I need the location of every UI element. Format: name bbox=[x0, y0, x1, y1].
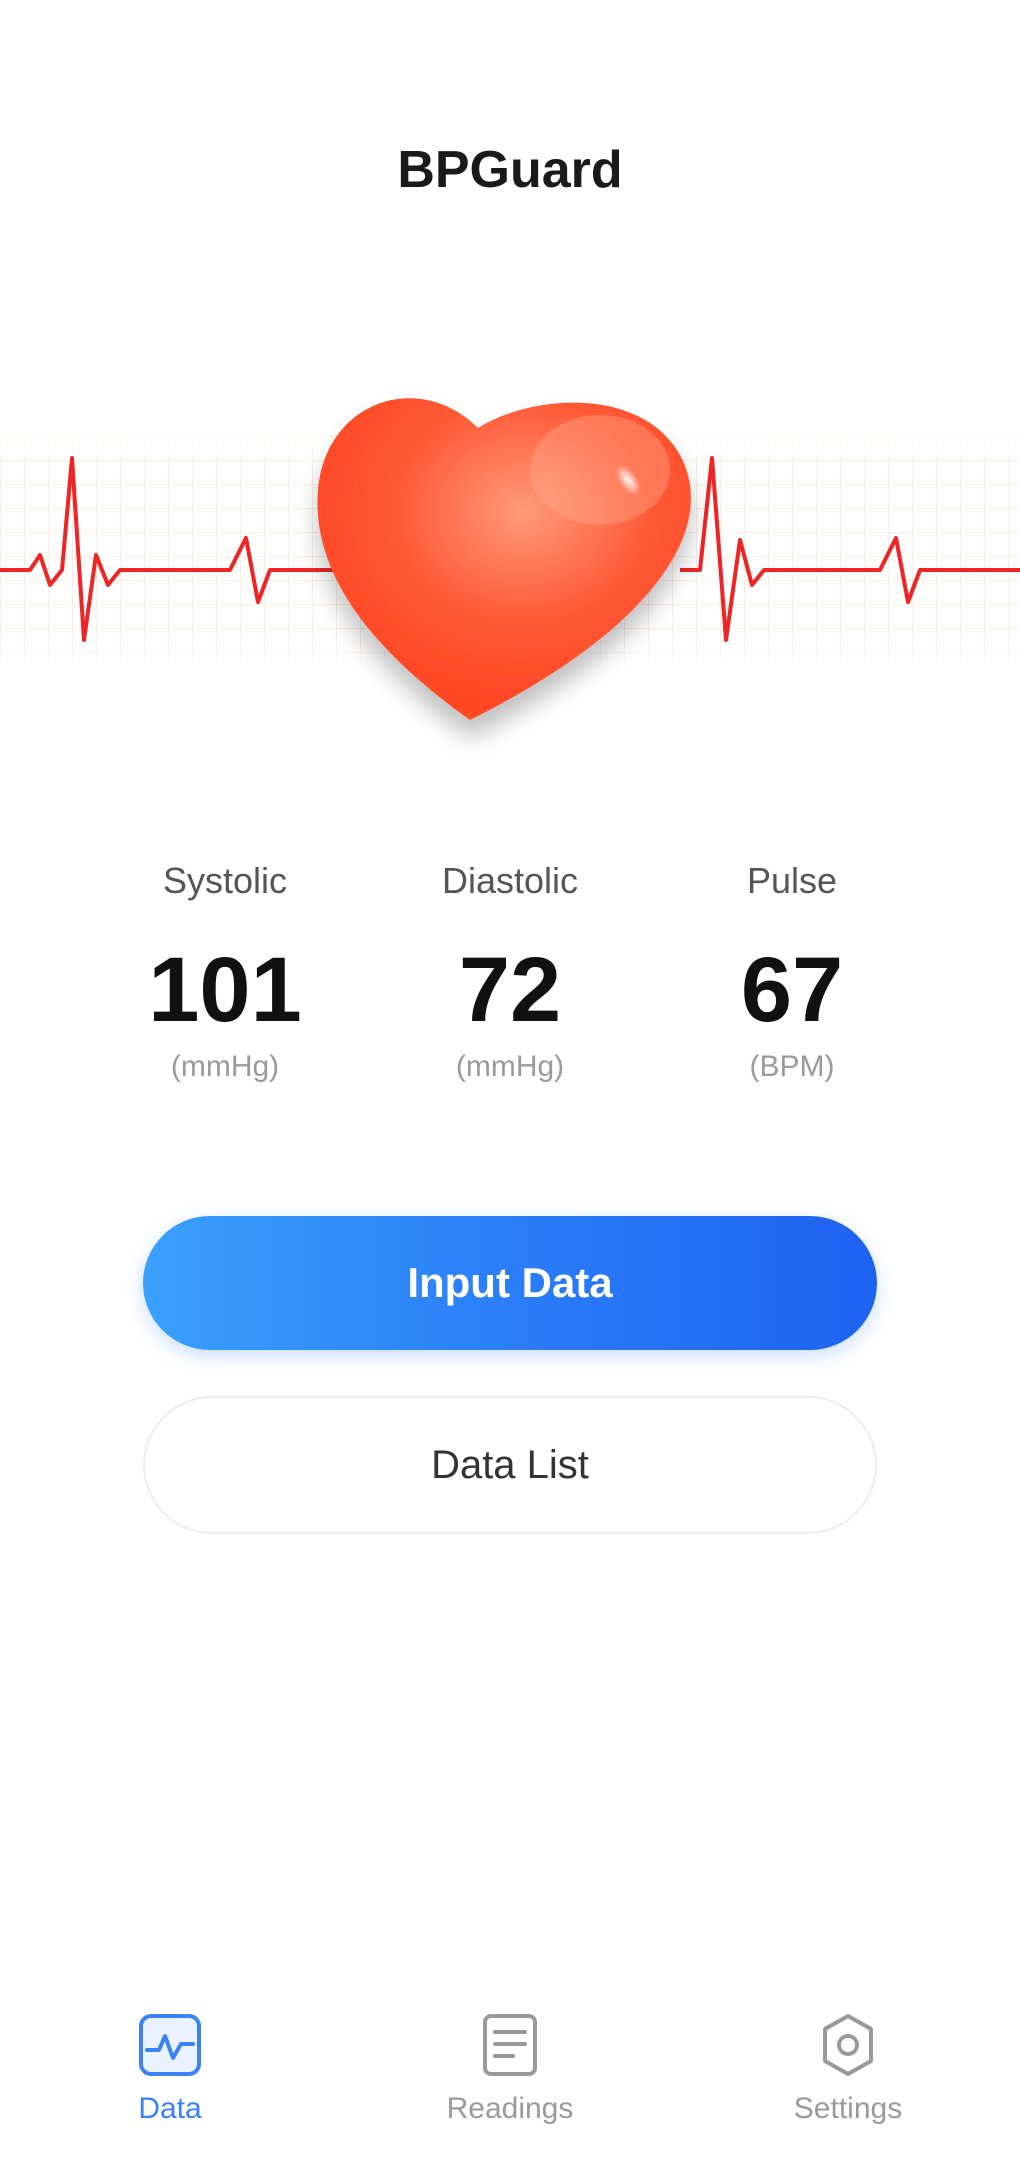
diastolic-value: 72 bbox=[458, 939, 562, 1041]
metrics-panel: Systolic 101 (mmHg) Diastolic 72 (mmHg) … bbox=[0, 860, 1020, 1160]
heart-icon bbox=[317, 398, 691, 720]
systolic-metric: Systolic 101 (mmHg) bbox=[75, 860, 375, 1084]
tab-readings-label: Readings bbox=[446, 2092, 574, 2125]
diastolic-metric: Diastolic 72 (mmHg) bbox=[360, 860, 660, 1084]
bottom-tab-bar: Data Readings Settings bbox=[0, 1980, 1020, 2157]
chart-icon bbox=[139, 2014, 201, 2076]
input-data-button[interactable]: Input Data bbox=[143, 1216, 877, 1350]
tab-settings-label: Settings bbox=[793, 2092, 903, 2125]
pulse-metric: Pulse 67 (BPM) bbox=[642, 860, 942, 1084]
tab-readings[interactable]: Readings bbox=[390, 2010, 630, 2126]
diastolic-unit: (mmHg) bbox=[455, 1050, 565, 1083]
document-icon bbox=[483, 2014, 537, 2076]
pulse-unit: (BPM) bbox=[749, 1050, 835, 1083]
systolic-label: Systolic bbox=[162, 860, 288, 901]
pulse-value: 67 bbox=[740, 939, 844, 1041]
pulse-label: Pulse bbox=[746, 860, 838, 901]
settings-icon bbox=[823, 2014, 873, 2076]
data-list-button[interactable]: Data List bbox=[143, 1396, 877, 1534]
diastolic-label: Diastolic bbox=[441, 860, 579, 901]
hero-illustration bbox=[0, 340, 1020, 760]
tab-data-label: Data bbox=[138, 2092, 202, 2125]
page-title: BPGuard bbox=[397, 141, 623, 199]
tab-settings[interactable]: Settings bbox=[728, 2010, 968, 2126]
systolic-value: 101 bbox=[148, 939, 302, 1041]
ecg-heart-graphic bbox=[0, 398, 1020, 720]
systolic-unit: (mmHg) bbox=[170, 1050, 280, 1083]
tab-data[interactable]: Data bbox=[50, 2010, 290, 2126]
